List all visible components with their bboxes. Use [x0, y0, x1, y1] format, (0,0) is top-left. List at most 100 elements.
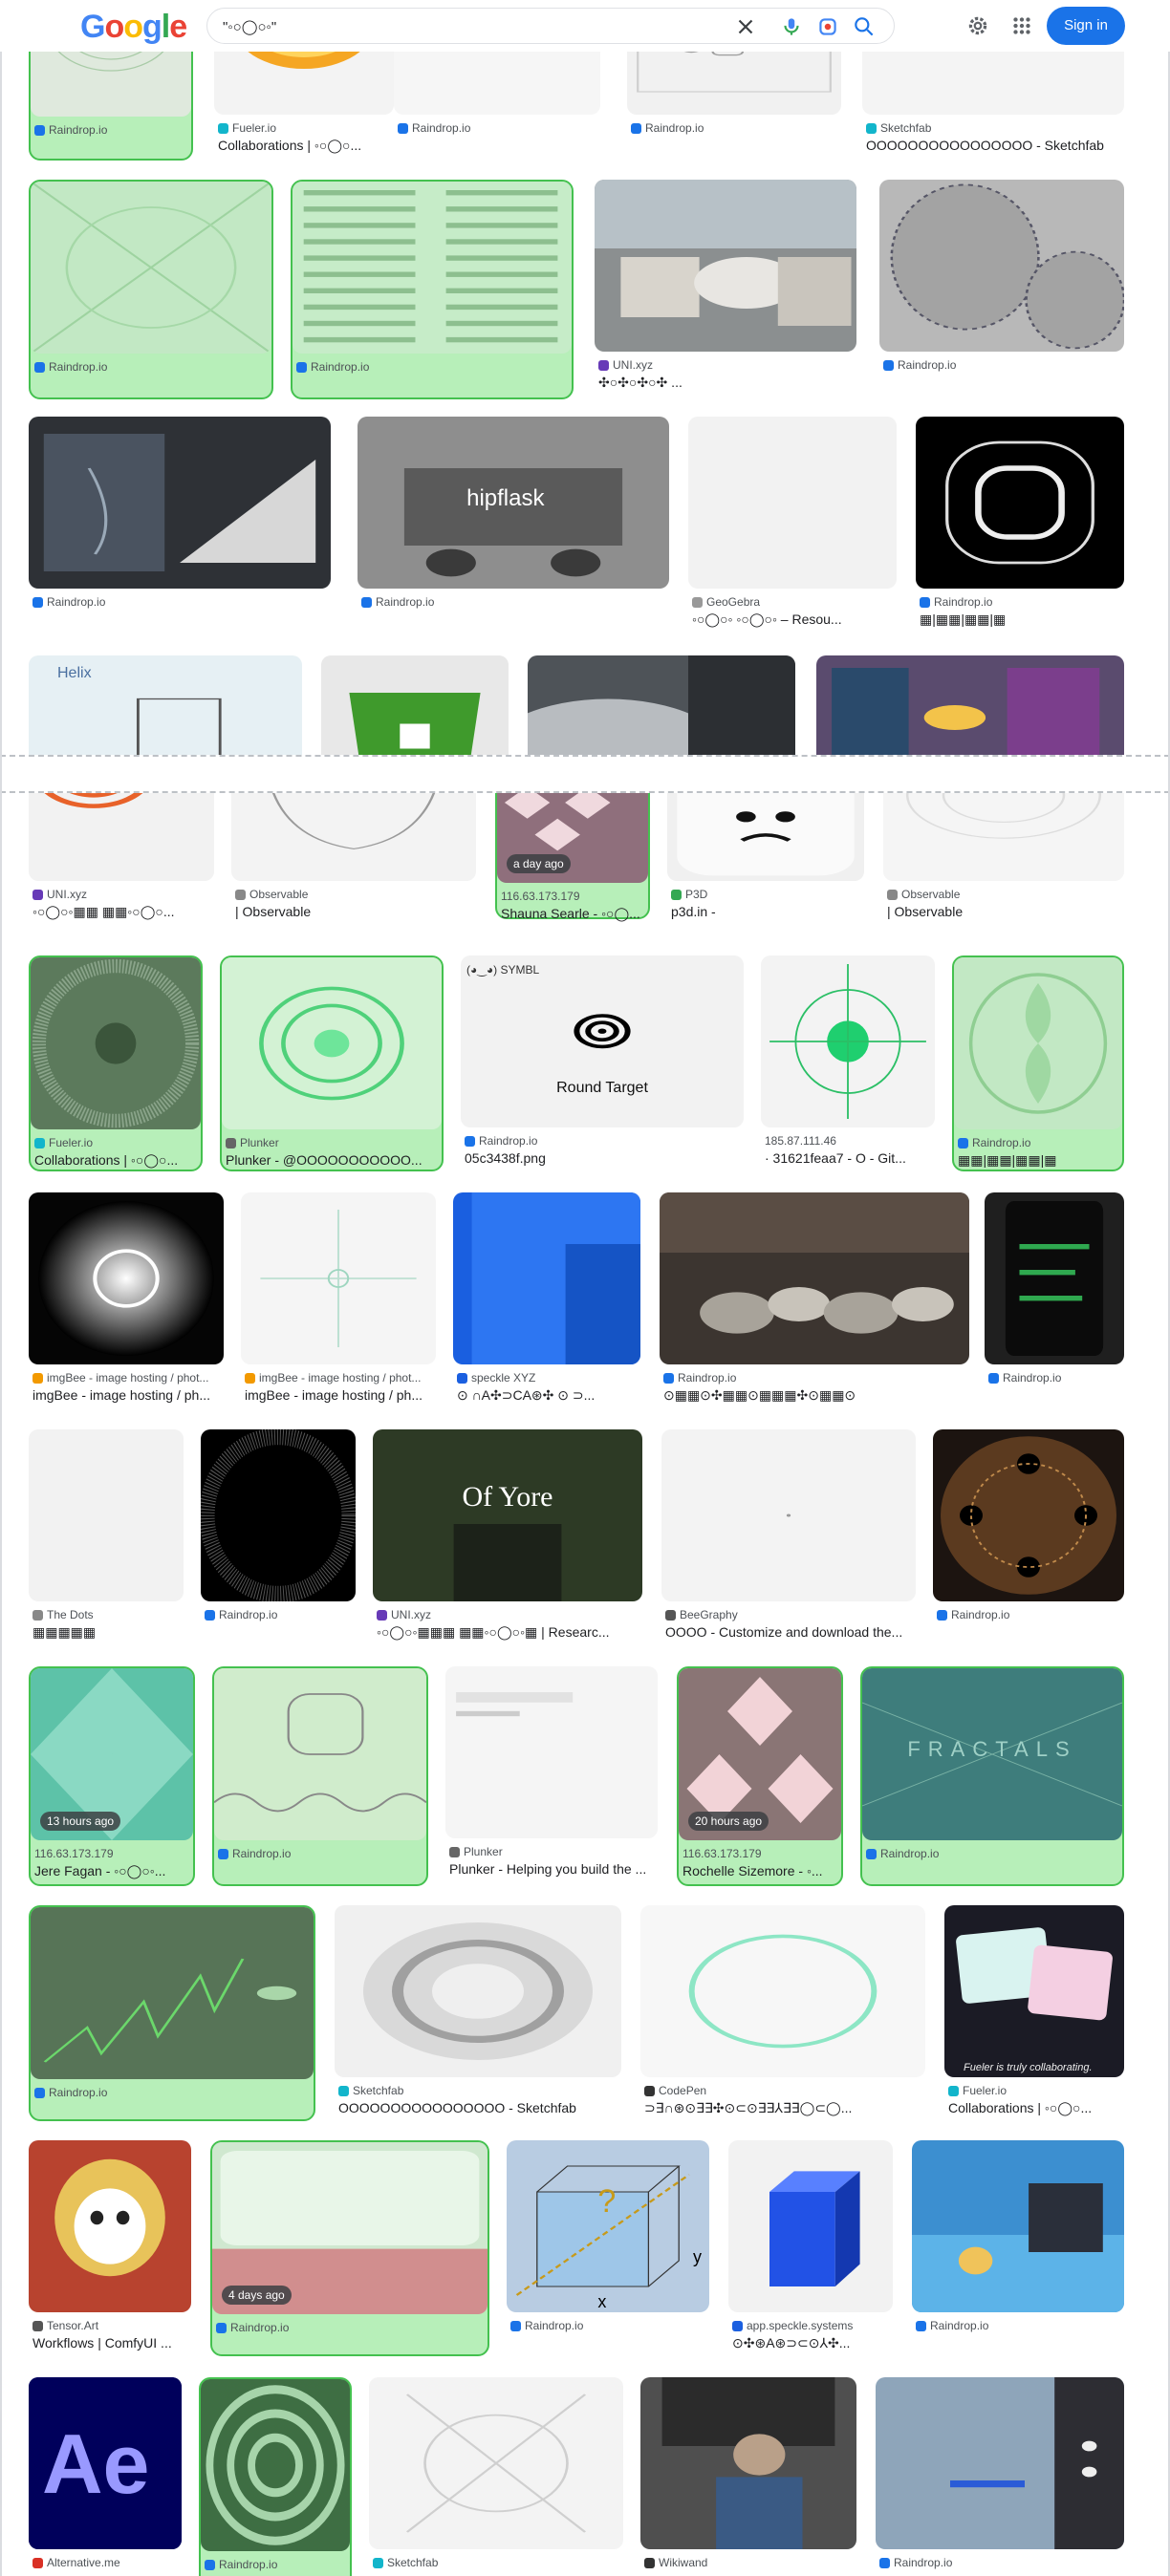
- image-result-card[interactable]: Raindrop.io: [29, 180, 273, 399]
- image-result-card[interactable]: Ae Alternative.me: [29, 2377, 182, 2576]
- result-thumbnail[interactable]: [31, 182, 271, 354]
- search-icon[interactable]: [852, 14, 877, 39]
- image-result-card[interactable]: Raindrop.io: [29, 1905, 315, 2121]
- result-source[interactable]: Observable: [235, 887, 472, 902]
- result-source[interactable]: BeeGraphy: [665, 1607, 912, 1622]
- result-thumbnail[interactable]: [667, 793, 864, 881]
- result-title[interactable]: ◦○◯○◦▦▦▦ ▦▦◦○◯○◦▦ | Researc...: [377, 1624, 639, 1642]
- result-source[interactable]: Plunker: [226, 1135, 438, 1150]
- image-result-card[interactable]: Sketchfab OOOOOOOOOOOOOOOO - Sketchfab: [335, 1905, 621, 2121]
- result-thumbnail[interactable]: [231, 793, 476, 881]
- image-result-card[interactable]: Raindrop.io: [212, 1666, 428, 1886]
- result-thumbnail[interactable]: [214, 1668, 426, 1840]
- image-result-card[interactable]: [528, 655, 795, 755]
- lens-icon[interactable]: [815, 14, 840, 39]
- image-result-card[interactable]: 185.87.111.46 · 31621feaa7 - O - Git...: [761, 955, 935, 1171]
- image-result-card[interactable]: app.speckle.systems ⊙✣⊛A⊛⊃⊂⊙⅄✣...: [728, 2140, 893, 2356]
- result-thumbnail[interactable]: [241, 1192, 436, 1364]
- image-result-card[interactable]: Raindrop.io ▦▦|▦▦|▦▦|▦: [952, 955, 1124, 1171]
- result-title[interactable]: ⊙✣⊛A⊛⊃⊂⊙⅄✣...: [732, 2335, 889, 2352]
- result-source[interactable]: 185.87.111.46: [765, 1133, 931, 1148]
- result-source[interactable]: Sketchfab: [338, 2083, 618, 2098]
- image-result-card[interactable]: GeoGebra ◦○◯○◦ ◦○◯○◦ – Resou...: [688, 417, 897, 636]
- result-source[interactable]: Raindrop.io: [631, 120, 837, 136]
- image-result-card[interactable]: imgBee - image hosting / phot... imgBee -…: [29, 1192, 224, 1408]
- image-result-card[interactable]: P3D p3d.in -: [667, 793, 864, 919]
- result-thumbnail[interactable]: [640, 1905, 925, 2077]
- result-thumbnail[interactable]: [29, 1192, 224, 1364]
- result-thumbnail[interactable]: [912, 2140, 1124, 2312]
- result-source[interactable]: The Dots: [32, 1607, 180, 1622]
- result-thumbnail[interactable]: [640, 2377, 856, 2549]
- result-source[interactable]: Raindrop.io: [883, 357, 1120, 373]
- result-thumbnail[interactable]: [528, 655, 795, 755]
- result-source[interactable]: Raindrop.io: [361, 594, 665, 610]
- image-result-card[interactable]: Helix: [29, 655, 302, 755]
- mic-icon[interactable]: [779, 14, 804, 39]
- result-title[interactable]: ✣○✣○✣○✣ ...: [598, 375, 853, 392]
- result-source[interactable]: Raindrop.io: [988, 1370, 1120, 1385]
- image-result-card[interactable]: Raindrop.io: [879, 180, 1124, 399]
- result-thumbnail[interactable]: [916, 417, 1124, 589]
- result-thumbnail[interactable]: [954, 957, 1122, 1129]
- result-source[interactable]: 116.63.173.179: [682, 1846, 837, 1861]
- result-title[interactable]: ▦|▦▦|▦▦|▦: [920, 612, 1120, 629]
- result-source[interactable]: Raindrop.io: [398, 120, 596, 136]
- result-thumbnail[interactable]: [453, 1192, 640, 1364]
- result-thumbnail[interactable]: [29, 793, 214, 881]
- result-thumbnail[interactable]: [31, 1907, 314, 2079]
- result-source[interactable]: speckle XYZ: [457, 1370, 637, 1385]
- image-result-card[interactable]: Raindrop.io: [876, 2377, 1124, 2576]
- result-thumbnail[interactable]: [879, 180, 1124, 352]
- result-thumbnail[interactable]: [688, 417, 897, 589]
- result-source[interactable]: UNI.xyz: [598, 357, 853, 373]
- result-title[interactable]: ◦○◯○◦ ◦○◯○◦ – Resou...: [692, 612, 893, 629]
- image-result-card[interactable]: CodePen ⊃∃∩⊛⊙∃∃✣⊙⊂⊙∃∃⅄∃∃◯⊂◯...: [640, 1905, 925, 2121]
- result-thumbnail[interactable]: [201, 1429, 356, 1601]
- image-result-card[interactable]: Observable | Observable: [883, 793, 1124, 919]
- result-source[interactable]: Raindrop.io: [205, 2557, 346, 2572]
- image-result-card[interactable]: Raindrop.io ⊙▦▦⊙✣▦▦⊙▦▦▦✣⊙▦▦⊙: [660, 1192, 969, 1408]
- result-thumbnail[interactable]: [445, 1666, 658, 1838]
- image-result-card[interactable]: Raindrop.io: [985, 1192, 1124, 1408]
- result-source[interactable]: Fueler.io: [218, 120, 390, 136]
- sign-in-button[interactable]: Sign in: [1047, 7, 1125, 45]
- result-thumbnail[interactable]: [660, 1192, 969, 1364]
- result-title[interactable]: Jere Fagan - ◦○◯○◦...: [34, 1863, 189, 1880]
- result-thumbnail[interactable]: (◕‿◕) SYMBL Round Target: [461, 955, 744, 1127]
- result-thumbnail[interactable]: [29, 417, 331, 589]
- result-thumbnail[interactable]: [201, 2379, 350, 2551]
- result-source[interactable]: imgBee - image hosting / phot...: [32, 1370, 220, 1385]
- result-thumbnail[interactable]: [29, 2140, 191, 2312]
- result-title[interactable]: Collaborations | ◦○◯○...: [218, 138, 390, 155]
- result-thumbnail[interactable]: Helix: [29, 655, 302, 755]
- result-title[interactable]: imgBee - image hosting / ph...: [32, 1387, 220, 1405]
- result-thumbnail[interactable]: [728, 2140, 893, 2312]
- image-result-card[interactable]: Raindrop.io: [912, 2140, 1124, 2356]
- image-result-card[interactable]: Raindrop.io: [199, 2377, 352, 2576]
- result-source[interactable]: app.speckle.systems: [732, 2318, 889, 2333]
- image-result-card[interactable]: Raindrop.io: [291, 180, 574, 399]
- result-source[interactable]: CodePen: [644, 2083, 921, 2098]
- result-thumbnail[interactable]: Of Yore: [373, 1429, 642, 1601]
- result-source[interactable]: Raindrop.io: [32, 594, 327, 610]
- result-source[interactable]: Raindrop.io: [216, 2320, 484, 2335]
- result-source[interactable]: Fueler.io: [34, 1135, 197, 1150]
- result-thumbnail[interactable]: [883, 793, 1124, 881]
- image-result-card[interactable]: Fueler is truly collaborating. Fueler.io C…: [944, 1905, 1124, 2121]
- image-result-card[interactable]: [816, 655, 1124, 755]
- google-logo[interactable]: Google: [80, 8, 187, 46]
- image-result-card[interactable]: UNI.xyz ◦○◯○◦▦▦ ▦▦◦○◯○...: [29, 793, 214, 921]
- result-title[interactable]: Rochelle Sizemore - ◦...: [682, 1863, 837, 1880]
- result-thumbnail[interactable]: [876, 2377, 1124, 2549]
- result-thumbnail[interactable]: [222, 957, 442, 1129]
- image-result-card[interactable]: Sketchfab: [369, 2377, 623, 2576]
- image-result-card[interactable]: imgBee - image hosting / phot... imgBee -…: [241, 1192, 436, 1408]
- result-source[interactable]: Raindrop.io: [205, 1607, 352, 1622]
- result-source[interactable]: Raindrop.io: [34, 122, 187, 138]
- image-result-card[interactable]: Raindrop.io: [933, 1429, 1124, 1647]
- result-source[interactable]: Fueler.io: [948, 2083, 1120, 2098]
- result-title[interactable]: ◦○◯○◦▦▦ ▦▦◦○◯○...: [32, 904, 210, 921]
- result-source[interactable]: P3D: [671, 887, 860, 902]
- result-thumbnail[interactable]: [661, 1429, 916, 1601]
